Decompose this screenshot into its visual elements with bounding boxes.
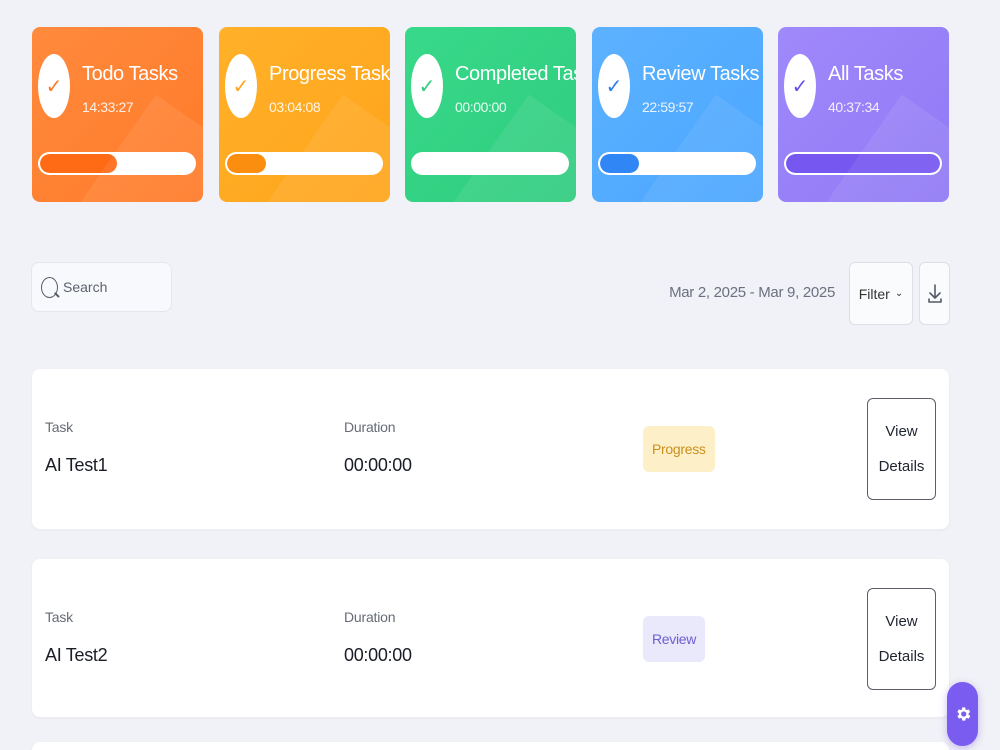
progress-bar <box>784 152 942 175</box>
task-label: Task <box>45 419 73 435</box>
status-badge: Review <box>643 616 706 662</box>
check-icon: ✓ <box>411 54 443 118</box>
filter-label: Filter <box>858 285 890 302</box>
check-icon: ✓ <box>225 54 257 118</box>
task-name: AI Test2 <box>45 645 108 665</box>
view-details-button[interactable]: View Details <box>867 588 936 690</box>
card-review-tasks[interactable]: ✓ Review Tasks 22:59:57 <box>592 27 763 202</box>
card-all-tasks[interactable]: ✓ All Tasks 40:37:34 <box>778 27 949 202</box>
settings-fab-button[interactable] <box>947 682 978 746</box>
card-progress-tasks[interactable]: ✓ Progress Tasks 03:04:08 <box>219 27 390 202</box>
progress-bar <box>411 152 569 175</box>
progress-fill <box>600 154 639 173</box>
progress-bar <box>598 152 756 175</box>
progress-fill <box>40 154 117 173</box>
card-time: 00:00:00 <box>455 99 507 115</box>
card-title: Review Tasks <box>642 63 760 85</box>
card-time: 14:33:27 <box>82 99 134 115</box>
date-range[interactable]: Mar 2, 2025 - Mar 9, 2025 <box>669 284 835 301</box>
card-todo-tasks[interactable]: ✓ Todo Tasks 14:33:27 <box>32 27 203 202</box>
dashboard-page: ✓ Todo Tasks 14:33:27 ✓ Progress Tasks 0… <box>0 0 1000 750</box>
duration-label: Duration <box>344 609 396 625</box>
status-badge: Progress <box>643 426 715 472</box>
chevron-down-icon: ⌄ <box>894 288 904 299</box>
card-title: All Tasks <box>828 63 903 85</box>
task-duration: 00:00:00 <box>344 645 412 665</box>
task-summary-cards: ✓ Todo Tasks 14:33:27 ✓ Progress Tasks 0… <box>32 27 950 202</box>
check-icon: ✓ <box>598 54 630 118</box>
progress-bar <box>225 152 383 175</box>
task-name: AI Test1 <box>45 455 108 475</box>
card-completed-tasks[interactable]: ✓ Completed Tasks 00:00:00 <box>405 27 576 202</box>
card-title: Completed Tasks <box>455 63 576 85</box>
view-details-button[interactable]: View Details <box>867 398 936 500</box>
search-box[interactable] <box>31 262 172 312</box>
progress-bar <box>38 152 196 175</box>
check-icon: ✓ <box>38 54 70 118</box>
card-time: 22:59:57 <box>642 99 694 115</box>
task-row: Task AI Test1 Duration 00:00:00 Progress… <box>32 369 949 529</box>
progress-fill <box>786 154 940 173</box>
card-title: Todo Tasks <box>82 63 178 85</box>
check-icon: ✓ <box>784 54 816 118</box>
download-button[interactable] <box>919 262 950 325</box>
progress-fill <box>227 154 266 173</box>
task-row <box>32 742 949 750</box>
duration-label: Duration <box>344 419 396 435</box>
card-time: 03:04:08 <box>269 99 321 115</box>
card-title: Progress Tasks <box>269 63 390 85</box>
download-icon <box>927 283 942 303</box>
search-icon <box>40 274 62 300</box>
gear-icon <box>956 707 970 721</box>
card-time: 40:37:34 <box>828 99 880 115</box>
task-label: Task <box>45 609 73 625</box>
task-duration: 00:00:00 <box>344 455 412 475</box>
filter-button[interactable]: Filter ⌄ <box>849 262 913 325</box>
search-input[interactable] <box>63 279 163 295</box>
task-row: Task AI Test2 Duration 00:00:00 Review V… <box>32 559 949 717</box>
